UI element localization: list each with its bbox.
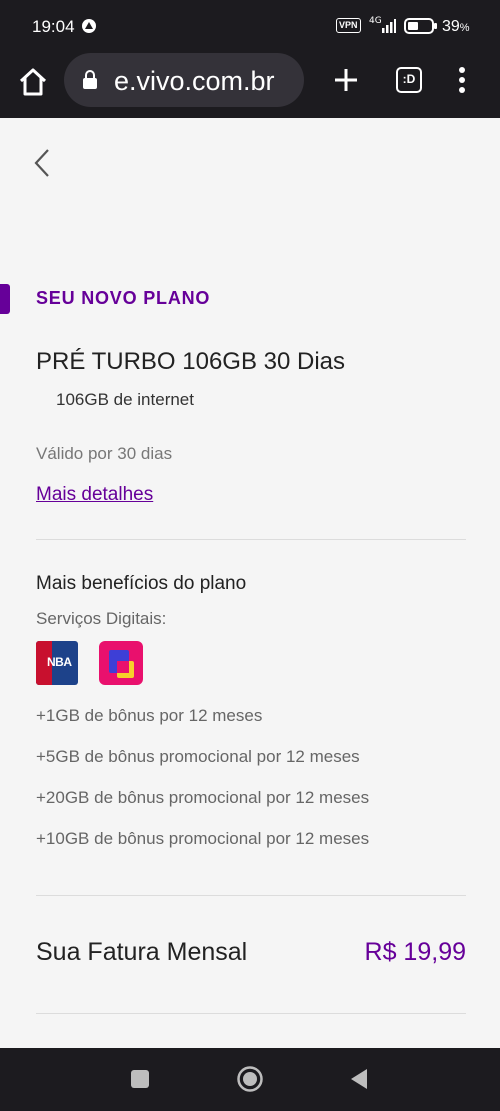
- battery-icon: [404, 18, 437, 34]
- notification-icon: [82, 19, 96, 33]
- back-arrow-icon[interactable]: [30, 146, 56, 180]
- page-content: SEU NOVO PLANO PRÉ TURBO 106GB 30 Dias 1…: [0, 118, 500, 1048]
- nav-home-icon[interactable]: [236, 1065, 264, 1093]
- address-bar[interactable]: e.vivo.com.br: [64, 53, 304, 107]
- url-text: e.vivo.com.br: [114, 66, 275, 96]
- lock-icon: [83, 70, 97, 89]
- bonus-item: +10GB de bônus promocional por 12 meses: [36, 829, 370, 848]
- section-marker: [0, 284, 10, 314]
- battery-percentage: 39%: [442, 18, 470, 35]
- plan-name: PRÉ TURBO 106GB 30 Dias: [36, 348, 346, 375]
- status-time: 19:04: [32, 17, 75, 36]
- browser-toolbar: e.vivo.com.br :D: [0, 52, 500, 118]
- services-label: Serviços Digitais:: [36, 609, 167, 628]
- invoice-value: R$ 19,99: [364, 938, 466, 966]
- home-icon[interactable]: [16, 65, 50, 99]
- bonus-item: +1GB de bônus por 12 meses: [36, 706, 263, 725]
- benefits-title: Mais benefícios do plano: [36, 573, 247, 594]
- bonus-item: +20GB de bônus promocional por 12 meses: [36, 788, 370, 807]
- signal-icon: 4G: [369, 16, 396, 33]
- status-bar: 19:04 VPN 4G 39%: [0, 0, 500, 52]
- divider: [36, 895, 466, 896]
- vpn-badge: VPN: [336, 18, 361, 33]
- divider: [36, 1013, 466, 1014]
- digital-service-logo: [99, 641, 143, 685]
- section-title: SEU NOVO PLANO: [36, 288, 211, 308]
- invoice-label: Sua Fatura Mensal: [36, 938, 248, 966]
- nav-back-icon[interactable]: [349, 1067, 369, 1091]
- nba-logo: NBA: [36, 641, 78, 685]
- plan-validity: Válido por 30 dias: [36, 444, 173, 463]
- tab-switcher-button[interactable]: :D: [396, 67, 422, 93]
- more-menu-icon[interactable]: [450, 66, 474, 94]
- nba-logo-text: NBA: [47, 655, 72, 669]
- plan-internet: 106GB de internet: [56, 390, 194, 409]
- details-link[interactable]: Mais detalhes: [36, 484, 153, 506]
- divider: [36, 539, 466, 540]
- network-type: 4G: [369, 16, 382, 26]
- recent-apps-icon[interactable]: [131, 1070, 149, 1088]
- bonus-item: +5GB de bônus promocional por 12 meses: [36, 747, 360, 766]
- navigation-bar: [0, 1048, 500, 1111]
- new-tab-icon[interactable]: [330, 64, 362, 96]
